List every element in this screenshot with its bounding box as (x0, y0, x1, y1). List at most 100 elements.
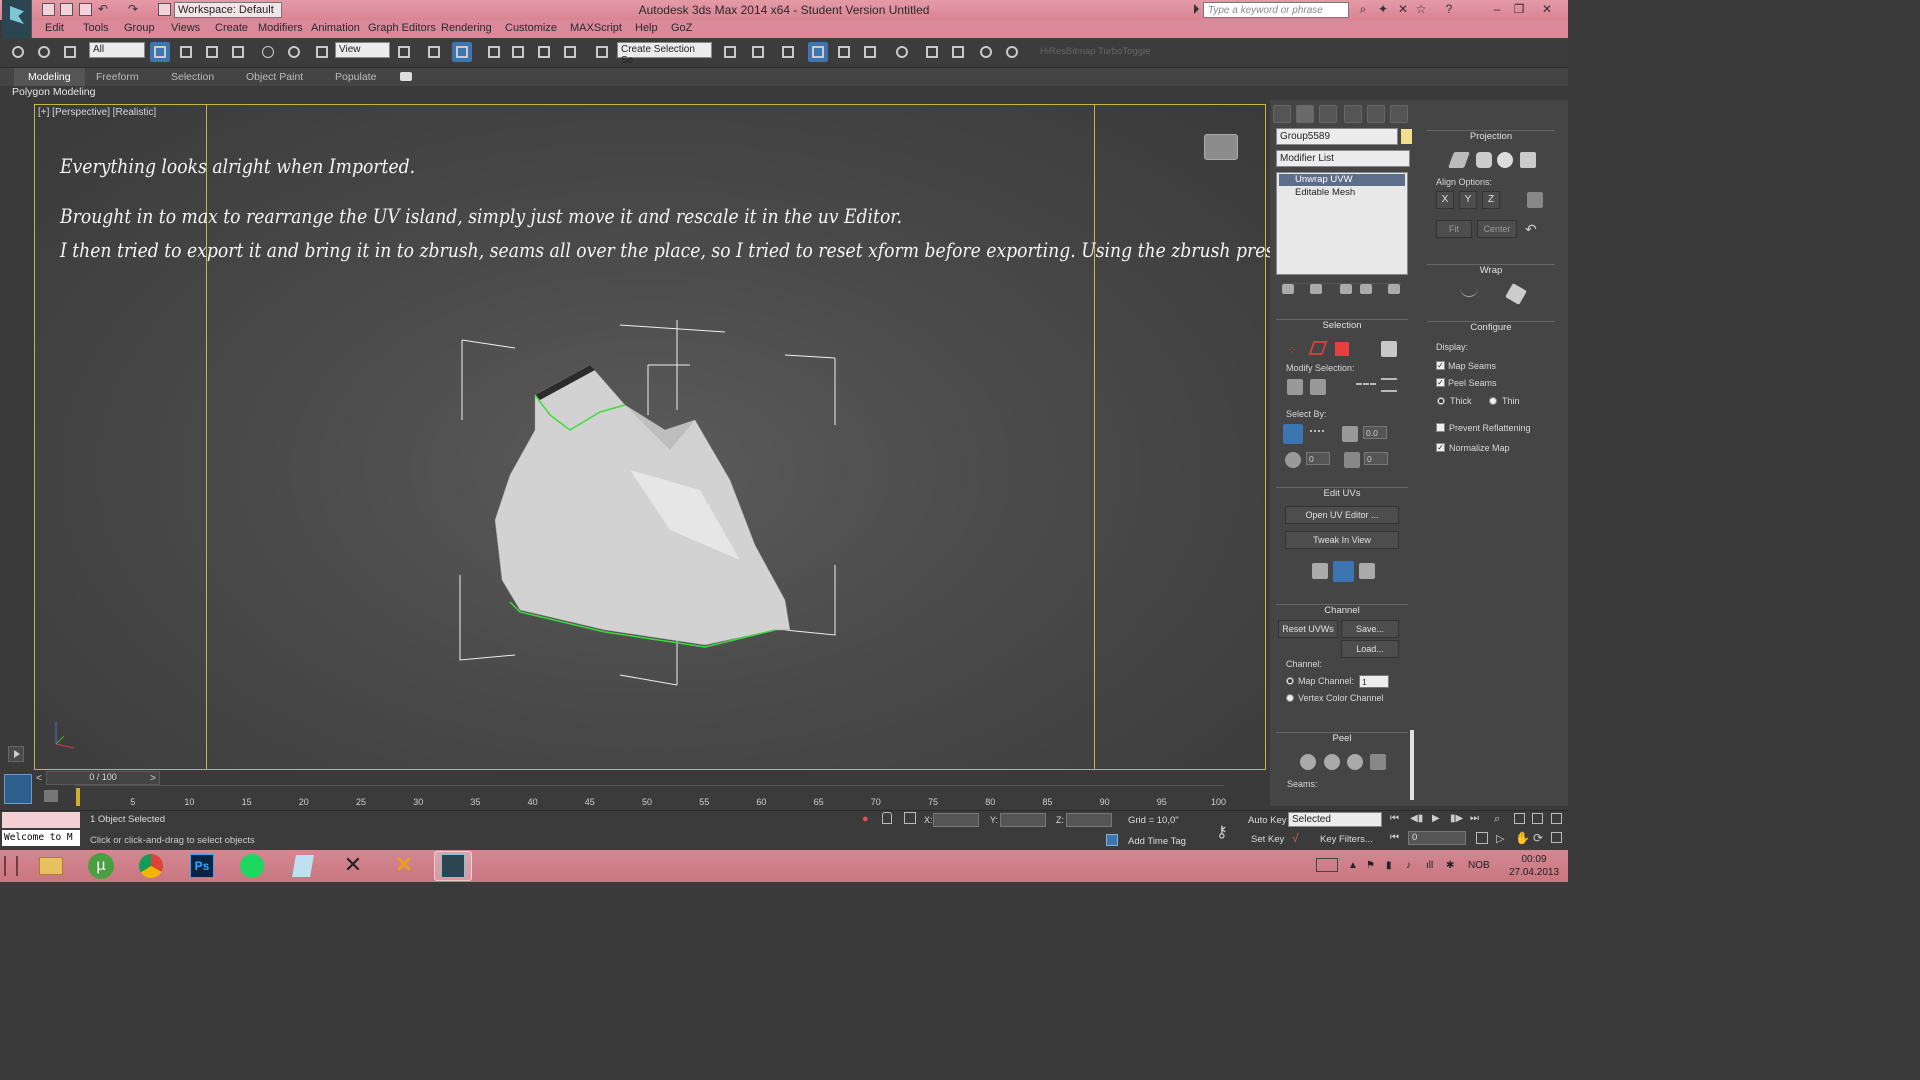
material-editor-icon[interactable] (892, 42, 912, 62)
ring-selection-icon[interactable] (1381, 378, 1397, 392)
motion-tab-icon[interactable] (1344, 105, 1362, 123)
maxscript-mini-listener[interactable]: Welcome to M (2, 830, 80, 846)
utorrent-icon[interactable]: µ (82, 851, 120, 881)
angle-snap-icon[interactable] (508, 42, 528, 62)
xsi-icon[interactable]: ✕ (385, 851, 423, 881)
zoom-extents-icon[interactable] (1532, 813, 1543, 824)
make-unique-icon[interactable] (1340, 284, 1352, 294)
rendered-frame-window-icon[interactable] (948, 42, 968, 62)
spotify-icon[interactable] (233, 851, 271, 881)
box-map-icon[interactable] (1520, 152, 1536, 168)
align-x-button[interactable]: X (1436, 191, 1454, 209)
goto-end-icon[interactable]: ⏭ (1470, 813, 1479, 824)
subscription-icon[interactable]: ✦ (1374, 2, 1392, 16)
open-file-icon[interactable] (60, 3, 73, 16)
time-slider-prev-icon[interactable]: < (36, 773, 42, 784)
select-by-name-icon[interactable] (176, 42, 196, 62)
orbit-icon[interactable]: ⟳ (1533, 831, 1543, 845)
zoom-all-icon[interactable] (1514, 813, 1525, 824)
app-menu-button[interactable] (2, 0, 32, 38)
rectangular-selection-icon[interactable] (202, 42, 222, 62)
menu-modifiers[interactable]: Modifiers (258, 22, 303, 34)
selection-filter-dropdown[interactable]: All (89, 42, 145, 58)
align-y-button[interactable]: Y (1459, 191, 1477, 209)
reference-coordinate-dropdown[interactable]: View (335, 42, 390, 58)
show-end-result-icon[interactable] (1310, 284, 1322, 294)
help-icon[interactable]: ? (1440, 2, 1458, 16)
tweak-in-view-button[interactable]: Tweak In View (1285, 531, 1399, 549)
link-icon[interactable] (8, 42, 28, 62)
previous-frame-icon[interactable]: ◀▮ (1410, 813, 1423, 824)
volume-icon[interactable]: ♪ (1406, 860, 1411, 871)
reset-projection-icon[interactable]: ↶ (1525, 221, 1537, 238)
isolate-selection-icon[interactable]: ● (862, 813, 869, 825)
spherical-map-icon[interactable] (1497, 152, 1513, 168)
pelt-map-icon[interactable] (1324, 754, 1340, 770)
utilities-tab-icon[interactable] (1390, 105, 1408, 123)
curve-editor-icon[interactable] (834, 42, 854, 62)
edit-uvs-rollout-header[interactable]: Edit UVs (1276, 487, 1408, 501)
align-z-button[interactable]: Z (1482, 191, 1500, 209)
layer-manager-icon[interactable] (778, 42, 798, 62)
save-uvws-button[interactable]: Save... (1341, 620, 1399, 638)
plugin-toolbar-label[interactable]: HiResBitmap TurboToggle (1040, 46, 1150, 57)
quick-peel-icon[interactable] (1300, 754, 1316, 770)
goto-start-icon[interactable]: ⏮ (1390, 813, 1399, 824)
thin-radio[interactable] (1489, 397, 1497, 405)
projection-rollout-header[interactable]: Projection (1427, 130, 1555, 144)
set-key-button[interactable]: Set Key (1251, 834, 1284, 845)
spinner-a-input[interactable]: 0 (1306, 452, 1330, 465)
select-object-icon[interactable] (150, 42, 170, 62)
add-time-tag-button[interactable]: Add Time Tag (1128, 836, 1186, 847)
quick-map-gizmo-icon[interactable] (1333, 561, 1354, 582)
select-inverted-icon[interactable] (1344, 452, 1360, 468)
schematic-view-icon[interactable] (860, 42, 880, 62)
reset-peel-icon[interactable] (1347, 754, 1363, 770)
menu-maxscript[interactable]: MAXScript (570, 22, 622, 34)
pin-tool-icon[interactable] (1370, 754, 1386, 770)
workspace-dropdown[interactable]: Workspace: Default (174, 2, 282, 18)
select-by-edge-icon[interactable] (1310, 430, 1324, 432)
create-tab-icon[interactable] (1273, 105, 1291, 123)
keyboard-icon[interactable] (1316, 858, 1338, 872)
viewport-label[interactable]: [+] [Perspective] [Realistic] (38, 107, 156, 118)
snaps-toggle-icon[interactable] (484, 42, 504, 62)
tab-modeling[interactable]: Modeling (14, 68, 85, 86)
peel-rollout-header[interactable]: Peel (1276, 732, 1408, 746)
current-frame-input[interactable]: 0 (1408, 831, 1466, 845)
zbrush-icon[interactable]: ✕ (334, 851, 372, 881)
mini-curve-editor-icon[interactable] (4, 774, 32, 804)
menu-help[interactable]: Help (635, 22, 658, 34)
tab-populate[interactable]: Populate (335, 68, 376, 86)
close-icon[interactable]: ✕ (1538, 2, 1556, 16)
communication-icon[interactable]: ✕ (1394, 2, 1412, 16)
track-bar-filter-icon[interactable] (44, 790, 58, 802)
open-uv-editor-button[interactable]: Open UV Editor ... (1285, 506, 1399, 524)
input-language[interactable]: NOB (1468, 860, 1490, 871)
menu-customize[interactable]: Customize (505, 22, 557, 34)
stack-item-editable-mesh[interactable]: Editable Mesh (1279, 187, 1405, 199)
load-uvws-button[interactable]: Load... (1341, 640, 1399, 658)
render-iterative-icon[interactable] (1002, 42, 1022, 62)
grow-selection-icon[interactable] (1287, 379, 1303, 395)
mirror-icon[interactable] (720, 42, 740, 62)
tab-object-paint[interactable]: Object Paint (246, 68, 303, 86)
clock-time[interactable]: 00:09 (1510, 854, 1558, 865)
spinner-b-input[interactable]: 0 (1364, 452, 1388, 465)
wrap-rollout-header[interactable]: Wrap (1427, 264, 1555, 278)
named-selection-dropdown[interactable]: Create Selection Se (617, 42, 712, 66)
map-seams-checkbox[interactable]: ✓ (1436, 361, 1445, 370)
viewcube[interactable] (1204, 134, 1238, 160)
key-selection-dropdown[interactable]: Selected (1288, 812, 1382, 827)
power-icon[interactable]: ▮ (1386, 860, 1392, 871)
undo-icon[interactable]: ↶ (98, 2, 108, 16)
selection-rollout-header[interactable]: Selection (1276, 319, 1408, 333)
show-hidden-icons[interactable]: ▲ (1348, 860, 1358, 871)
peel-seams-checkbox[interactable]: ✓ (1436, 378, 1445, 387)
element-mode-icon[interactable] (1381, 341, 1397, 357)
action-center-icon[interactable]: ⚑ (1366, 860, 1375, 871)
notepad-icon[interactable] (284, 851, 322, 881)
bluetooth-icon[interactable]: ✱ (1446, 860, 1454, 871)
map-channel-radio[interactable] (1286, 677, 1294, 685)
cylindrical-map-icon[interactable] (1476, 152, 1492, 168)
